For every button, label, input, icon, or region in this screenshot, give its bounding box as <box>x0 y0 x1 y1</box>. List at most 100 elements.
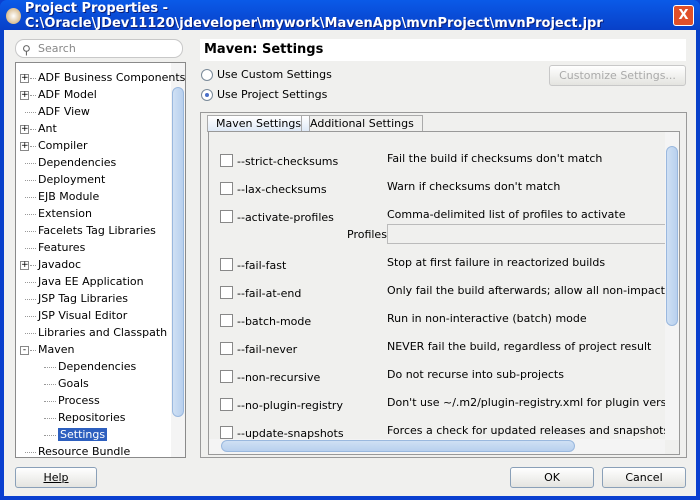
tree-item[interactable]: Extension <box>38 206 92 222</box>
title-bar: Project Properties - C:\Oracle\JDev11120… <box>6 1 700 31</box>
tree-item[interactable]: Ant <box>38 121 57 137</box>
tree-item-label: Repositories <box>58 411 126 424</box>
tree-vertical-scrollbar[interactable] <box>171 63 185 457</box>
option-flag: --batch-mode <box>237 315 312 328</box>
options-vertical-scrollbar[interactable] <box>665 132 679 440</box>
option-flag: --fail-at-end <box>237 287 302 300</box>
tree-item[interactable]: Dependencies <box>38 155 116 171</box>
tree-item-label: Ant <box>38 122 57 135</box>
radio-circle[interactable] <box>201 88 213 101</box>
tree-connector <box>25 248 36 249</box>
tree-item[interactable]: Maven <box>38 342 74 358</box>
scrollbar-thumb[interactable] <box>221 440 575 452</box>
tree-item[interactable]: Dependencies <box>58 359 136 375</box>
tree-item[interactable]: JSP Tag Libraries <box>38 291 128 307</box>
use-custom-settings-radio[interactable]: Use Custom Settings <box>201 68 332 81</box>
option-checkbox[interactable] <box>220 154 233 167</box>
expander-icon[interactable]: + <box>20 142 29 151</box>
expander-icon[interactable]: + <box>20 125 29 134</box>
cancel-button[interactable]: Cancel <box>602 467 686 488</box>
options-horizontal-scrollbar[interactable] <box>209 439 665 454</box>
tree-connector <box>44 401 56 402</box>
settings-tab-panel: Maven Settings Additional Settings --upd… <box>200 112 687 458</box>
tree-connector <box>25 231 36 232</box>
tree-item[interactable]: JSP Visual Editor <box>38 308 127 324</box>
scrollbar-thumb[interactable] <box>666 146 678 326</box>
navigation-tree[interactable]: + ADF Business Components + ADF Model ADF Vi… <box>15 62 186 458</box>
tree-item[interactable]: Resource Bundle <box>38 444 131 458</box>
option-row: --activate-profiles Comma-delimited list … <box>209 208 679 224</box>
option-flag: --no-plugin-registry <box>237 399 343 412</box>
option-row: --update-snapshots Forces a check for upd… <box>209 424 679 440</box>
profiles-label: Profiles: <box>347 228 391 241</box>
option-checkbox[interactable] <box>220 258 233 271</box>
use-project-settings-radio[interactable]: Use Project Settings <box>201 88 327 101</box>
tab-additional-settings[interactable]: Additional Settings <box>301 115 423 132</box>
option-description: Fail the build if checksums don't match <box>387 152 603 165</box>
close-button[interactable]: X <box>673 5 694 26</box>
option-row: --no-plugin-registry Don't use ~/.m2/plug… <box>209 396 679 412</box>
expander-icon[interactable]: + <box>20 91 29 100</box>
option-checkbox[interactable] <box>220 426 233 439</box>
tree-connector <box>25 333 36 334</box>
customize-settings-button[interactable]: Customize Settings... <box>549 65 686 86</box>
expander-icon[interactable]: + <box>20 74 29 83</box>
option-description: Stop at first failure in reactorized bui… <box>387 256 606 269</box>
option-checkbox[interactable] <box>220 210 233 223</box>
tree-item[interactable]: ADF Business Components <box>38 70 185 86</box>
option-description: Only fail the build afterwards; allow al… <box>387 284 680 297</box>
expander-icon[interactable]: - <box>20 346 29 355</box>
tree-item[interactable]: Process <box>58 393 100 409</box>
tree-connector <box>25 163 36 164</box>
tree-connector <box>44 367 56 368</box>
tree-item[interactable]: Compiler <box>38 138 88 154</box>
tree-item-label: JSP Tag Libraries <box>38 292 128 305</box>
tree-item[interactable]: Facelets Tag Libraries <box>38 223 156 239</box>
tree-item-label: Facelets Tag Libraries <box>38 224 156 237</box>
tree-item[interactable]: Repositories <box>58 410 126 426</box>
expander-icon[interactable]: + <box>20 261 29 270</box>
help-button[interactable]: Help <box>15 467 97 488</box>
option-flag: --activate-profiles <box>237 211 334 224</box>
ok-button[interactable]: OK <box>510 467 594 488</box>
tree-item[interactable]: Features <box>38 240 85 256</box>
option-flag: --fail-fast <box>237 259 287 272</box>
tree-item-label: JSP Visual Editor <box>38 309 128 322</box>
tree-item[interactable]: EJB Module <box>38 189 99 205</box>
tree-connector <box>30 129 36 130</box>
radio-circle[interactable] <box>201 68 213 81</box>
tree-item[interactable]: Libraries and Classpath <box>38 325 167 341</box>
option-checkbox[interactable] <box>220 398 233 411</box>
tree-connector <box>30 146 36 147</box>
scrollbar-thumb[interactable] <box>172 87 184 417</box>
option-checkbox[interactable] <box>220 370 233 383</box>
tree-item[interactable]: Javadoc <box>38 257 81 273</box>
tree-item[interactable]: Deployment <box>38 172 105 188</box>
tree-connector <box>44 384 56 385</box>
project-properties-dialog: Project Properties - C:\Oracle\JDev11120… <box>0 0 700 500</box>
help-label: Help <box>43 471 69 484</box>
tree-item[interactable]: ADF View <box>38 104 90 120</box>
tree-item[interactable]: Java EE Application <box>38 274 144 290</box>
option-checkbox[interactable] <box>220 182 233 195</box>
tab-maven-settings[interactable]: Maven Settings <box>207 115 311 132</box>
tree-item-label: Javadoc <box>38 258 81 271</box>
window-title: Project Properties - C:\Oracle\JDev11120… <box>24 1 603 31</box>
tree-connector <box>25 180 36 181</box>
tree-item-label: Resource Bundle <box>38 445 131 458</box>
tree-item-label: Compiler <box>38 139 88 152</box>
option-checkbox[interactable] <box>220 286 233 299</box>
jdeveloper-cup-icon <box>6 8 21 24</box>
search-placeholder: Search <box>38 42 76 55</box>
tree-item[interactable]: ADF Model <box>38 87 97 103</box>
option-row: --batch-mode Run in non-interactive (batc… <box>209 312 679 328</box>
tree-item[interactable]: Settings <box>58 427 108 443</box>
option-row: --non-recursive Do not recurse into sub-p… <box>209 368 679 384</box>
option-checkbox[interactable] <box>220 342 233 355</box>
tree-connector <box>25 316 36 317</box>
profiles-input[interactable] <box>387 224 667 244</box>
tree-item[interactable]: Goals <box>58 376 89 392</box>
options-list: --update-snapshots Forces a check for upd… <box>208 131 680 455</box>
option-checkbox[interactable] <box>220 314 233 327</box>
search-input[interactable]: ⚲ Search <box>15 39 183 58</box>
